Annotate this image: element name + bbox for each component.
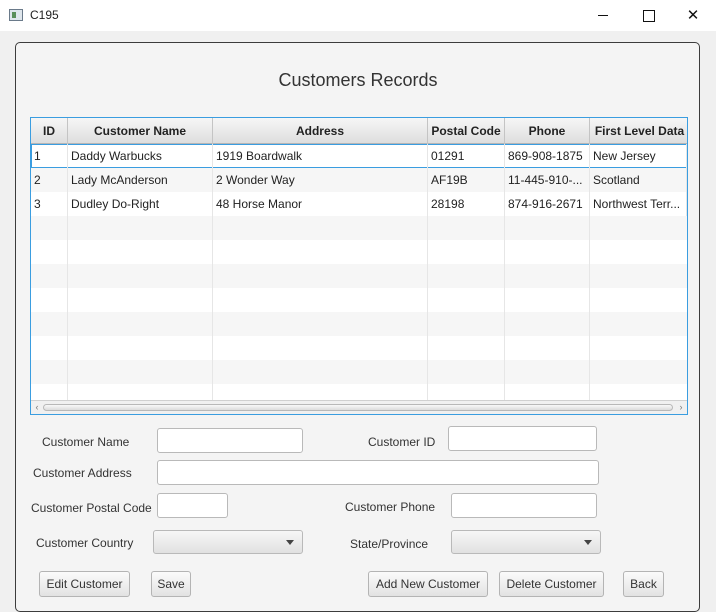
delete-customer-button[interactable]: Delete Customer: [499, 571, 604, 597]
scrollbar-thumb[interactable]: [43, 404, 673, 411]
cell-customer-name: Daddy Warbucks: [68, 144, 213, 168]
table-row[interactable]: 1 Daddy Warbucks 1919 Boardwalk 01291 86…: [31, 144, 687, 168]
chevron-down-icon: [286, 540, 294, 545]
cell-phone: 874-916-2671: [505, 192, 590, 216]
cell-postal-code: AF19B: [428, 168, 505, 192]
state-province-label: State/Province: [350, 537, 429, 551]
customer-country-label: Customer Country: [36, 536, 134, 550]
cell-address: 48 Horse Manor: [213, 192, 428, 216]
empty-table-row: [31, 216, 687, 240]
cell-id: 1: [31, 144, 68, 168]
scroll-left-icon[interactable]: ‹: [31, 401, 43, 414]
cell-id: 2: [31, 168, 68, 192]
empty-table-row: [31, 288, 687, 312]
add-new-customer-button[interactable]: Add New Customer: [368, 571, 488, 597]
cell-id: 3: [31, 192, 68, 216]
customer-id-label: Customer ID: [368, 435, 436, 449]
horizontal-scrollbar[interactable]: ‹ ›: [31, 400, 687, 414]
save-button[interactable]: Save: [151, 571, 191, 597]
cell-phone: 869-908-1875: [505, 144, 590, 168]
cell-phone: 11-445-910-...: [505, 168, 590, 192]
customer-postal-code-input[interactable]: [157, 493, 228, 518]
minimize-icon[interactable]: [580, 0, 626, 31]
table-header: ID Customer Name Address Postal Code Pho…: [31, 118, 687, 144]
customer-address-input[interactable]: [157, 460, 599, 485]
customers-table[interactable]: ID Customer Name Address Postal Code Pho…: [30, 117, 688, 415]
column-header-postal-code[interactable]: Postal Code: [428, 118, 505, 144]
empty-table-row: [31, 240, 687, 264]
edit-customer-button[interactable]: Edit Customer: [39, 571, 130, 597]
cell-first-level-data: Northwest Terr...: [590, 192, 687, 216]
column-header-address[interactable]: Address: [213, 118, 428, 144]
column-header-phone[interactable]: Phone: [505, 118, 590, 144]
app-window-icon: [9, 9, 23, 21]
column-header-id[interactable]: ID: [31, 118, 68, 144]
customer-postal-code-label: Customer Postal Code: [31, 501, 152, 515]
state-province-select[interactable]: [451, 530, 601, 554]
cell-first-level-data: Scotland: [590, 168, 687, 192]
customer-phone-input[interactable]: [451, 493, 597, 518]
table-body: 1 Daddy Warbucks 1919 Boardwalk 01291 86…: [31, 144, 687, 408]
window-titlebar: C195 ✕: [0, 0, 716, 31]
cell-first-level-data: New Jersey: [590, 144, 687, 168]
close-icon[interactable]: ✕: [670, 0, 716, 31]
cell-customer-name: Dudley Do-Right: [68, 192, 213, 216]
column-header-first-level-data[interactable]: First Level Data: [590, 118, 687, 144]
cell-address: 2 Wonder Way: [213, 168, 428, 192]
back-button[interactable]: Back: [623, 571, 664, 597]
customer-id-input[interactable]: [448, 426, 597, 451]
cell-address: 1919 Boardwalk: [213, 144, 428, 168]
empty-table-row: [31, 360, 687, 384]
chevron-down-icon: [584, 540, 592, 545]
column-header-customer-name[interactable]: Customer Name: [68, 118, 213, 144]
page-title: Customers Records: [278, 70, 438, 90]
customer-phone-label: Customer Phone: [345, 500, 436, 514]
cell-postal-code: 28198: [428, 192, 505, 216]
empty-table-row: [31, 336, 687, 360]
empty-table-row: [31, 312, 687, 336]
customer-address-label: Customer Address: [33, 466, 132, 480]
customer-name-label: Customer Name: [42, 435, 130, 449]
maximize-icon[interactable]: [626, 0, 672, 31]
empty-table-row: [31, 264, 687, 288]
table-row[interactable]: 2 Lady McAnderson 2 Wonder Way AF19B 11-…: [31, 168, 687, 192]
scroll-right-icon[interactable]: ›: [675, 401, 687, 414]
customer-name-input[interactable]: [157, 428, 303, 453]
table-row[interactable]: 3 Dudley Do-Right 48 Horse Manor 28198 8…: [31, 192, 687, 216]
window-title: C195: [30, 8, 59, 22]
cell-postal-code: 01291: [428, 144, 505, 168]
cell-customer-name: Lady McAnderson: [68, 168, 213, 192]
customer-country-select[interactable]: [153, 530, 303, 554]
